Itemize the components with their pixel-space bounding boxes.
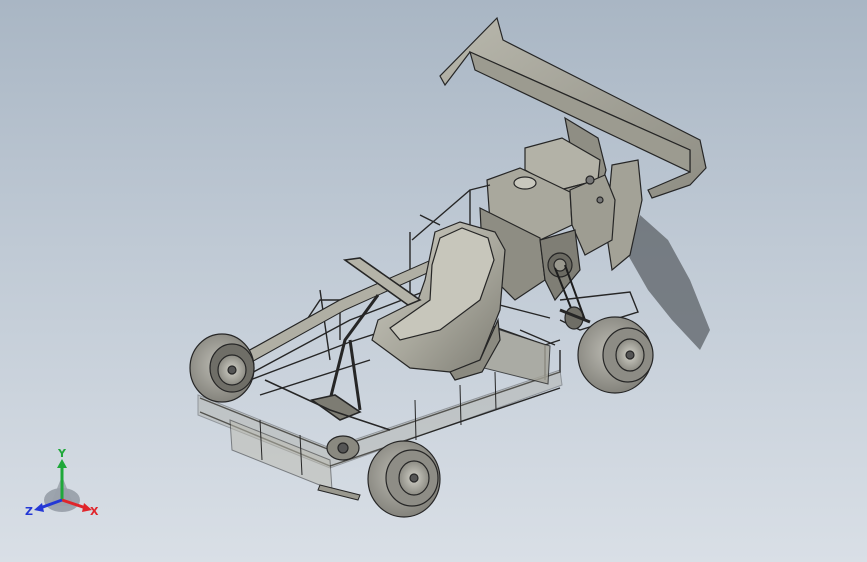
rear-axle bbox=[559, 306, 591, 330]
wheel-front-left bbox=[189, 333, 255, 403]
triad-y-arrow bbox=[57, 459, 67, 468]
go-kart-model[interactable] bbox=[0, 0, 867, 562]
view-orientation-triad: Y X Z bbox=[25, 448, 99, 518]
graphics-viewport[interactable]: Y X Z bbox=[0, 0, 867, 562]
triad-z-arrow bbox=[34, 503, 44, 512]
seat bbox=[371, 221, 506, 381]
hub-front-right bbox=[326, 435, 360, 461]
triad-x-label: X bbox=[90, 505, 99, 518]
wheel-rear-right bbox=[577, 316, 654, 394]
triad-z-label: Z bbox=[25, 505, 33, 518]
triad-y-label: Y bbox=[57, 448, 67, 460]
wheel-rear-left bbox=[367, 440, 441, 518]
